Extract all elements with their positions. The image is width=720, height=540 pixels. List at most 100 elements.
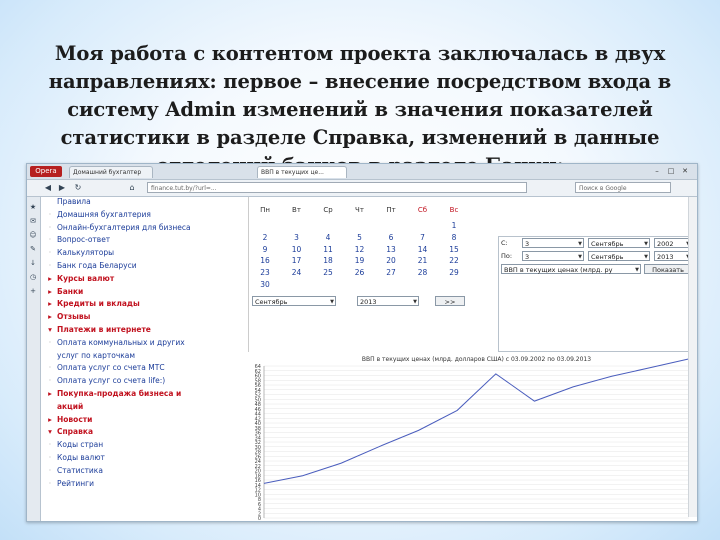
calendar-day[interactable]: 17	[282, 256, 312, 265]
expand-arrow-icon: ▸	[48, 273, 52, 283]
scrollbar[interactable]	[688, 197, 697, 517]
menu-item[interactable]: · Оплата услуг со счета life:)	[43, 376, 165, 385]
menu-section[interactable]: ▾ Справка	[43, 427, 93, 436]
calendar-day[interactable]: 5	[345, 233, 375, 242]
calendar-day[interactable]: 7	[408, 233, 438, 242]
forward-icon[interactable]: ▶	[57, 183, 67, 193]
calendar-day[interactable]: 21	[408, 256, 438, 265]
history-icon[interactable]: ◷	[29, 273, 37, 281]
menu-item-label: Новости	[57, 414, 93, 424]
calendar-day[interactable]: 15	[439, 245, 469, 254]
menu-item[interactable]: · Оплата услуг со счета МТС	[43, 363, 165, 372]
menu-item[interactable]: услуг по карточкам	[43, 351, 135, 360]
mail-icon[interactable]: ✉	[29, 217, 37, 225]
notes-icon[interactable]: ✎	[29, 245, 37, 253]
calendar-day[interactable]: 8	[439, 233, 469, 242]
calendar-day[interactable]: 12	[345, 245, 375, 254]
calendar-day[interactable]: 19	[345, 256, 375, 265]
calendar-year-select[interactable]: 2013	[357, 296, 419, 307]
site-menu: Правила · Домашняя бухгалтерия · Онлайн-бухг…	[43, 197, 248, 519]
show-button[interactable]: Показать	[644, 264, 692, 274]
slide-heading: Моя работа с контентом проекта заключала…	[48, 42, 672, 177]
menu-item[interactable]: Правила	[43, 197, 91, 206]
menu-item[interactable]: · Онлайн-бухгалтерия для бизнеса	[43, 223, 191, 232]
back-icon[interactable]: ◀	[43, 183, 53, 193]
from-year-select[interactable]: 2002	[654, 238, 692, 249]
menu-section[interactable]: ▸ Отзывы	[43, 312, 90, 321]
url-field[interactable]: finance.tut.by/?url=...	[147, 182, 527, 193]
menu-item[interactable]: · Калькуляторы	[43, 248, 114, 257]
calendar-day[interactable]: 10	[282, 245, 312, 254]
calendar-day[interactable]: 18	[313, 256, 343, 265]
home-icon[interactable]: ⌂	[127, 183, 137, 193]
to-month-select[interactable]: Сентябрь	[588, 251, 650, 262]
menu-item-label: Оплата коммунальных и других	[57, 337, 185, 347]
calendar-day[interactable]: 20	[376, 256, 406, 265]
menu-section[interactable]: ▸ Курсы валют	[43, 274, 114, 283]
from-day-select[interactable]: 3	[522, 238, 584, 249]
calendar-day[interactable]: 11	[313, 245, 343, 254]
calendar-day[interactable]: 1	[439, 221, 469, 230]
calendar-day[interactable]: 29	[439, 268, 469, 277]
menu-item-label: Банк года Беларуси	[57, 261, 137, 270]
to-label: По:	[501, 252, 513, 260]
menu-section[interactable]: ▾ Платежи в интернете	[43, 325, 151, 334]
search-field[interactable]: Поиск в Google	[575, 182, 671, 193]
expand-arrow-icon: ▸	[48, 286, 52, 296]
minimize-icon[interactable]: –	[651, 166, 663, 176]
menu-item[interactable]: · Домашняя бухгалтерия	[43, 210, 151, 219]
plus-icon[interactable]: +	[29, 287, 37, 295]
calendar-day[interactable]: 13	[376, 245, 406, 254]
menu-item-label: Банки	[57, 286, 84, 296]
menu-section[interactable]: ▸ Новости	[43, 415, 92, 424]
menu-item-label: Кредиты и вклады	[57, 299, 140, 309]
tab-gdp[interactable]: ВВП в текущих це...	[257, 166, 347, 178]
calendar-day[interactable]: 30	[250, 280, 280, 289]
reload-icon[interactable]: ↻	[73, 183, 83, 193]
calendar-go-button[interactable]: >>	[435, 296, 465, 306]
calendar-day[interactable]: 4	[313, 233, 343, 242]
calendar-day[interactable]: 24	[282, 268, 312, 277]
menu-section[interactable]: акций	[43, 402, 83, 411]
menu-item[interactable]: · Рейтинги	[43, 479, 94, 488]
calendar-day[interactable]: 23	[250, 268, 280, 277]
menu-section[interactable]: ▸ Кредиты и вклады	[43, 299, 140, 308]
bullet-icon: ·	[48, 248, 52, 258]
menu-item[interactable]: · Коды стран	[43, 440, 103, 449]
tab-home-accounting[interactable]: Домашний бухгалтер	[69, 166, 153, 178]
contacts-icon[interactable]: ☺	[29, 231, 37, 239]
calendar-day[interactable]: 14	[408, 245, 438, 254]
series-line	[263, 358, 690, 484]
menu-item-label: Покупка-продажа бизнеса и	[57, 389, 182, 398]
bullet-icon: ·	[48, 363, 52, 373]
maximize-icon[interactable]: □	[665, 166, 677, 176]
calendar-day[interactable]: 22	[439, 256, 469, 265]
menu-item[interactable]: · Оплата коммунальных и других	[43, 338, 185, 347]
menu-section[interactable]: ▸ Банки	[43, 287, 83, 296]
calendar-day[interactable]: 26	[345, 268, 375, 277]
menu-item[interactable]: · Банк года Беларуси	[43, 261, 137, 270]
to-year-select[interactable]: 2013	[654, 251, 692, 262]
menu-item[interactable]: · Статистика	[43, 466, 103, 475]
opera-menu-button[interactable]: Opera	[30, 166, 62, 177]
calendar-day[interactable]: 9	[250, 245, 280, 254]
calendar-day[interactable]: 28	[408, 268, 438, 277]
bookmarks-icon[interactable]: ★	[29, 203, 37, 211]
close-icon[interactable]: ✕	[679, 166, 691, 176]
menu-section[interactable]: ▸ Покупка-продажа бизнеса и	[43, 389, 181, 398]
menu-item[interactable]: · Коды валют	[43, 453, 105, 462]
calendar-day[interactable]: 6	[376, 233, 406, 242]
indicator-select[interactable]: ВВП в текущих ценах (млрд. ру	[501, 264, 641, 275]
menu-item-label: Коды валют	[57, 453, 105, 462]
menu-item[interactable]: · Вопрос-ответ	[43, 235, 110, 244]
downloads-icon[interactable]: ↓	[29, 259, 37, 267]
calendar-day[interactable]: 3	[282, 233, 312, 242]
calendar-month-select[interactable]: Сентябрь	[252, 296, 336, 307]
weekday-header: Сб	[417, 206, 428, 214]
from-month-select[interactable]: Сентябрь	[588, 238, 650, 249]
calendar-day[interactable]: 25	[313, 268, 343, 277]
calendar-day[interactable]: 16	[250, 256, 280, 265]
calendar-day[interactable]: 2	[250, 233, 280, 242]
calendar-day[interactable]: 27	[376, 268, 406, 277]
to-day-select[interactable]: 3	[522, 251, 584, 262]
